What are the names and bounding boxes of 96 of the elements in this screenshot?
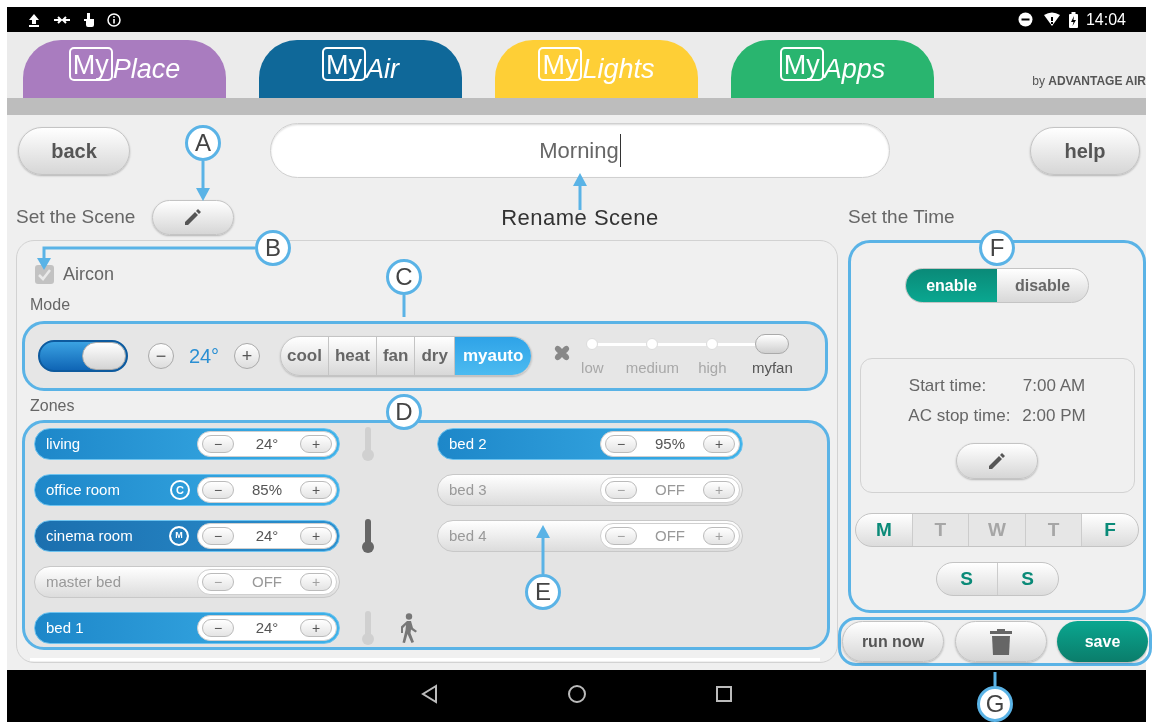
mode-tab[interactable]: myauto <box>453 337 532 375</box>
constant-zone-badge: C <box>170 480 190 500</box>
section-label: Zones <box>30 396 75 416</box>
zone-name: bed 2 <box>449 433 488 454</box>
wifi-icon <box>1042 12 1061 27</box>
callout-arrow <box>573 173 587 210</box>
hand-icon <box>83 11 95 28</box>
check-icon <box>37 267 52 282</box>
zone-value: OFF <box>655 525 685 546</box>
do-not-disturb-icon <box>1017 12 1033 27</box>
zone-control[interactable]: living − 24° + <box>34 428 340 460</box>
slider-stop[interactable] <box>646 338 659 350</box>
slider-stop[interactable] <box>706 338 719 350</box>
temperature-value: 24° <box>187 344 221 369</box>
zone-value: 24° <box>255 433 279 454</box>
pencil-icon <box>986 450 1008 472</box>
callout-arrow <box>196 161 210 201</box>
edit-button[interactable] <box>956 443 1038 479</box>
zone-control[interactable]: bed 1 − 24° + <box>34 612 340 644</box>
time-value: 7:00 AM <box>1022 375 1086 398</box>
zone-control[interactable]: cinema room M − 24° + <box>34 520 340 552</box>
mode-tab[interactable]: cool <box>281 337 328 375</box>
brand-logo: by ADVANTAGE AIR <box>1032 73 1146 90</box>
zone-name: master bed <box>46 571 123 592</box>
zone-value: 24° <box>255 617 279 638</box>
zone-name: cinema room <box>46 525 134 546</box>
home-icon[interactable] <box>565 683 588 705</box>
zone-value: 24° <box>255 525 279 546</box>
callout-arrow <box>536 525 550 574</box>
zone-name: living <box>46 433 82 454</box>
day-toggle[interactable]: S <box>936 563 997 595</box>
plus-button[interactable]: + <box>234 343 260 369</box>
callout-line <box>993 672 997 686</box>
zone-value: OFF <box>252 571 282 592</box>
slider-label: myfan <box>751 358 793 378</box>
schedule-tab[interactable]: enable <box>906 269 997 302</box>
zone-name: bed 4 <box>449 525 488 546</box>
slider-label: medium <box>625 358 680 378</box>
slider-label: low <box>581 358 604 378</box>
day-toggle[interactable]: M <box>856 514 912 546</box>
info-icon <box>107 12 121 27</box>
slider-label: high <box>698 358 727 378</box>
zone-control[interactable]: bed 2 − 95% + <box>437 428 743 460</box>
zone-value: OFF <box>655 479 685 500</box>
help-button[interactable]: help <box>1030 127 1140 175</box>
trash-icon <box>989 628 1012 655</box>
mode-tab[interactable]: heat <box>327 337 376 375</box>
minus-button[interactable]: − <box>148 343 174 369</box>
arrows-icon <box>53 13 71 26</box>
section-label: Set the Time <box>848 204 955 229</box>
plus-button[interactable]: + <box>300 435 332 453</box>
zone-control[interactable]: office room C − 85% + <box>34 474 340 506</box>
app-tab[interactable]: MyAir <box>259 40 462 98</box>
section-label: Set the Scene <box>16 204 136 229</box>
zone-value: 95% <box>655 433 685 454</box>
scene-name-field[interactable]: Morning <box>270 123 890 178</box>
time-value: 2:00 PM <box>1022 405 1086 428</box>
edit-button[interactable] <box>152 199 235 235</box>
status-time: 14:04 <box>1085 9 1126 30</box>
slider-stop[interactable] <box>586 338 599 350</box>
run-now-button[interactable]: run now <box>842 621 944 662</box>
plus-button[interactable]: + <box>300 619 332 637</box>
fan-icon <box>553 344 572 362</box>
minus-button[interactable]: − <box>202 435 234 453</box>
time-label: Start time: <box>908 375 988 398</box>
app-tab[interactable]: MyPlace <box>23 40 226 98</box>
annotation-label: Rename Scene <box>500 203 660 232</box>
zone-name: bed 1 <box>46 617 85 638</box>
day-toggle[interactable]: S <box>996 563 1058 595</box>
zone-name: office room <box>46 479 121 500</box>
zone-value: 85% <box>252 479 282 500</box>
section-label: Mode <box>30 295 71 315</box>
minus-button[interactable]: − <box>202 619 234 637</box>
schedule-tab[interactable]: disable <box>997 269 1088 302</box>
power-toggle[interactable] <box>38 340 128 372</box>
time-label: AC stop time: <box>908 405 1012 428</box>
minus-button[interactable]: − <box>202 527 234 545</box>
back-button[interactable]: back <box>18 127 130 175</box>
mode-tab[interactable]: fan <box>375 337 415 375</box>
plus-button[interactable]: + <box>703 435 735 453</box>
minus-button[interactable]: − <box>202 481 234 499</box>
battery-icon <box>1068 11 1078 28</box>
plus-button[interactable]: + <box>300 481 332 499</box>
zone-name: bed 3 <box>449 479 488 500</box>
delete-button[interactable] <box>954 621 1047 662</box>
checkbox[interactable] <box>35 265 54 284</box>
mode-tab[interactable]: dry <box>414 337 454 375</box>
myzone-badge: M <box>170 527 188 545</box>
save-button[interactable]: save <box>1057 621 1148 662</box>
plus-button[interactable]: + <box>300 527 332 545</box>
checkbox-label: Aircon <box>63 263 115 286</box>
minus-button[interactable]: − <box>605 435 637 453</box>
slider-thumb[interactable] <box>755 334 790 354</box>
upload-icon <box>27 12 41 27</box>
callout-line <box>402 295 406 317</box>
day-toggle[interactable]: F <box>1081 514 1138 546</box>
